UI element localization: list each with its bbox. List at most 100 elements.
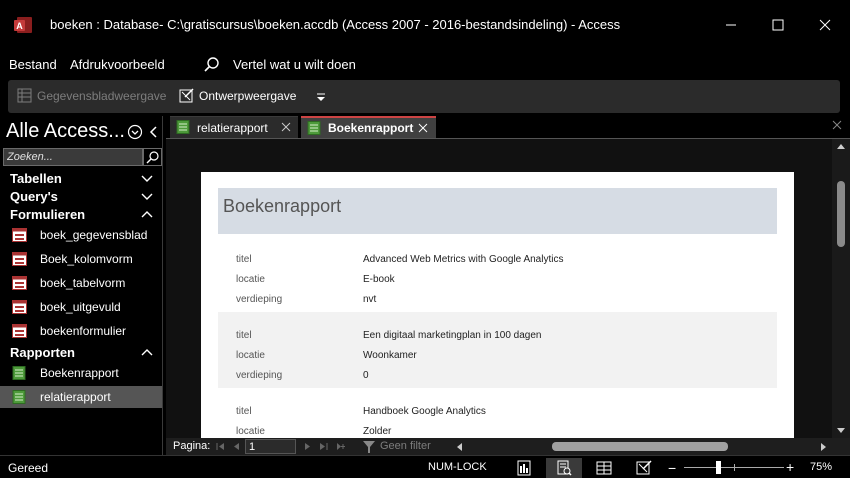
chevron-down-icon[interactable] — [140, 174, 154, 184]
nav-group-queries[interactable]: Query's — [10, 189, 58, 204]
field-label-titel: titel — [236, 254, 252, 265]
new-record-icon[interactable] — [336, 442, 346, 451]
next-page-icon[interactable] — [302, 442, 312, 451]
search-icon — [146, 151, 159, 164]
customize-toolbar-dropdown-icon[interactable] — [315, 91, 327, 103]
nav-search-button[interactable] — [143, 148, 162, 166]
menu-bestand[interactable]: Bestand — [9, 57, 57, 72]
nav-group-tabellen[interactable]: Tabellen — [10, 171, 62, 186]
field-value-locatie: Woonkamer — [363, 350, 417, 361]
field-label-locatie: locatie — [236, 274, 265, 285]
report-view-button[interactable] — [506, 458, 542, 478]
first-page-icon[interactable] — [216, 442, 226, 451]
tell-me-search[interactable]: Vertel wat u wilt doen — [233, 57, 356, 72]
report-view-icon — [517, 460, 531, 476]
maximize-button[interactable] — [763, 12, 793, 38]
vertical-scrollbar[interactable] — [832, 139, 850, 438]
nav-group-rapporten[interactable]: Rapporten — [10, 345, 75, 360]
chevron-up-icon[interactable] — [140, 347, 154, 357]
nav-item-report-selected[interactable]: relatierapport — [0, 386, 162, 408]
nav-item-label: relatierapport — [40, 390, 111, 404]
chevron-up-icon[interactable] — [140, 209, 154, 219]
report-icon — [12, 390, 26, 404]
tab-label: Boekenrapport — [328, 121, 414, 135]
report-page: Boekenrapport titel Advanced Web Metrics… — [201, 172, 794, 438]
nav-menu-dropdown-icon[interactable] — [127, 124, 143, 140]
close-document-icon[interactable] — [832, 120, 842, 130]
report-record: titel Advanced Web Metrics with Google A… — [218, 234, 777, 310]
nav-item-form[interactable]: Boek_kolomvorm — [0, 248, 162, 270]
field-label-locatie: locatie — [236, 350, 265, 361]
nav-item-form[interactable]: boek_uitgevuld — [0, 296, 162, 318]
previous-page-icon[interactable] — [232, 442, 242, 451]
filter-icon[interactable] — [362, 440, 376, 454]
scroll-left-icon[interactable] — [455, 442, 463, 452]
nav-item-report[interactable]: Boekenrapport — [0, 362, 162, 384]
close-tab-icon[interactable] — [281, 122, 291, 132]
chevron-down-icon[interactable] — [140, 192, 154, 202]
report-icon — [176, 120, 190, 134]
nav-pane-header[interactable]: Alle Access... — [6, 120, 125, 143]
field-value-titel: Advanced Web Metrics with Google Analyti… — [363, 254, 564, 265]
form-icon — [12, 276, 27, 290]
field-label-titel: titel — [236, 330, 252, 341]
layout-view-button[interactable] — [586, 458, 622, 478]
vertical-scroll-thumb[interactable] — [837, 181, 845, 247]
scroll-down-icon[interactable] — [836, 427, 846, 435]
datasheet-view-icon — [17, 88, 32, 103]
report-icon — [307, 121, 321, 135]
zoom-slider-center-tick — [734, 464, 735, 471]
minimize-button[interactable] — [716, 12, 746, 38]
tab-relatierapport[interactable]: relatierapport — [170, 116, 298, 138]
horizontal-scrollbar[interactable] — [452, 438, 832, 455]
scroll-right-icon[interactable] — [820, 442, 828, 452]
datasheet-view-button[interactable]: Gegevensbladweergave — [37, 89, 166, 103]
form-icon — [12, 300, 27, 314]
nav-item-form[interactable]: boek_tabelvorm — [0, 272, 162, 294]
design-view-button[interactable]: Ontwerpweergave — [199, 89, 296, 103]
title-bar: A boeken : Database- C:\gratiscursus\boe… — [0, 0, 850, 48]
print-preview-button[interactable] — [546, 458, 582, 478]
zoom-percent[interactable]: 75% — [810, 461, 832, 473]
nav-item-form[interactable]: boek_gegevensblad — [0, 224, 162, 246]
design-view-status-button[interactable] — [626, 458, 662, 478]
report-record: titel Een digitaal marketingplan in 100 … — [218, 312, 777, 388]
nav-item-label: boek_uitgevuld — [40, 300, 121, 314]
design-view-icon — [636, 460, 652, 475]
field-value-titel: Een digitaal marketingplan in 100 dagen — [363, 330, 542, 341]
field-label-locatie: locatie — [236, 426, 265, 437]
nav-item-label: Boek_kolomvorm — [40, 252, 133, 266]
scroll-up-icon[interactable] — [836, 142, 846, 150]
zoom-out-button[interactable]: − — [668, 460, 676, 476]
report-header: Boekenrapport — [218, 188, 777, 234]
field-label-verdieping: verdieping — [236, 294, 283, 305]
nav-item-label: Boekenrapport — [40, 366, 119, 380]
nav-group-formulieren[interactable]: Formulieren — [10, 207, 85, 222]
menu-afdrukvoorbeeld[interactable]: Afdrukvoorbeeld — [70, 57, 165, 72]
document-area: relatierapport Boekenrapport Boekenrappo… — [166, 116, 850, 455]
tab-boekenrapport[interactable]: Boekenrapport — [301, 116, 436, 138]
collapse-pane-icon[interactable] — [147, 124, 159, 140]
horizontal-scroll-thumb[interactable] — [552, 442, 728, 451]
field-value-verdieping: nvt — [363, 294, 377, 305]
zoom-in-button[interactable]: + — [786, 459, 794, 475]
page-number-input[interactable] — [245, 439, 296, 454]
nav-item-form[interactable]: boekenformulier — [0, 320, 162, 342]
filter-status[interactable]: Geen filter — [380, 440, 431, 452]
close-window-button[interactable] — [810, 12, 840, 38]
minimize-icon — [726, 24, 736, 26]
status-bar: Gereed NUM-LOCK − + 75% — [0, 455, 850, 478]
layout-view-icon — [596, 461, 612, 475]
nav-search-input[interactable] — [3, 148, 143, 166]
close-tab-icon[interactable] — [418, 123, 428, 133]
zoom-slider-thumb[interactable] — [716, 461, 721, 474]
form-icon — [12, 324, 27, 338]
report-icon — [12, 366, 26, 380]
tab-label: relatierapport — [197, 121, 268, 135]
status-text: Gereed — [8, 461, 49, 475]
field-value-locatie: Zolder — [363, 426, 392, 437]
nav-item-label: boek_gegevensblad — [40, 228, 148, 242]
search-icon[interactable] — [203, 56, 221, 74]
window-title: boeken : Database- C:\gratiscursus\boeke… — [50, 17, 621, 32]
last-page-icon[interactable] — [318, 442, 328, 451]
